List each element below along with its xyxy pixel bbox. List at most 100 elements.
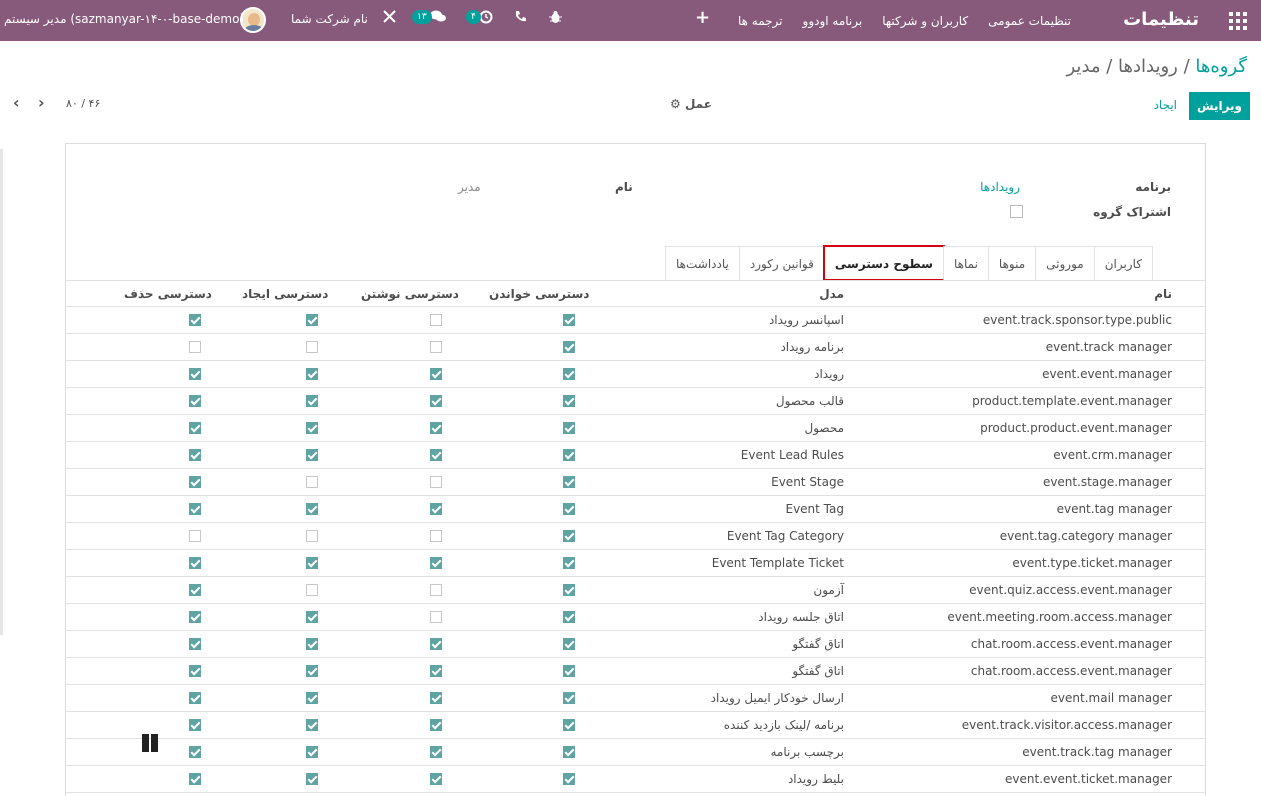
cell-model[interactable]: اتاق جلسه رویداد [758, 610, 844, 624]
checkbox-write[interactable] [430, 746, 442, 758]
tab-inherited[interactable]: موروثی [1035, 246, 1095, 280]
checkbox-write[interactable] [430, 395, 442, 407]
checkbox-delete[interactable] [189, 341, 201, 353]
user-menu[interactable]: مدیر سیستم (sazmanyar-۱۴-۰-base-demo) [4, 12, 244, 26]
tab-record-rules[interactable]: قوانین رکورد [738, 246, 825, 280]
cell-name[interactable]: chat.room.access.event.manager [971, 637, 1172, 651]
checkbox-read[interactable] [563, 368, 575, 380]
checkbox-delete[interactable] [189, 665, 201, 677]
checkbox-delete[interactable] [189, 584, 201, 596]
cell-model[interactable]: محصول [805, 421, 845, 435]
cell-model[interactable]: قالب محصول [776, 394, 844, 408]
checkbox-write[interactable] [430, 665, 442, 677]
table-row[interactable]: event.type.ticket.manager Event Template … [65, 550, 1206, 577]
column-header-model[interactable]: مدل [819, 287, 844, 301]
checkbox-create[interactable] [306, 773, 318, 785]
checkbox-write[interactable] [430, 314, 442, 326]
cell-model[interactable]: Event Template Ticket [712, 556, 844, 570]
checkbox-delete[interactable] [189, 476, 201, 488]
cell-name[interactable]: event.crm.manager [1053, 448, 1172, 462]
phone-icon[interactable] [514, 10, 527, 27]
checkbox-create[interactable] [306, 395, 318, 407]
table-row[interactable]: product.template.event.manager قالب محصول [65, 388, 1206, 415]
cell-name[interactable]: event.quiz.access.event.manager [969, 583, 1172, 597]
tools-icon[interactable] [383, 10, 396, 27]
menu-translations[interactable]: ترجمه ها [738, 14, 783, 28]
pager-next-icon[interactable]: › [38, 93, 45, 112]
cell-name[interactable]: event.stage.manager [1043, 475, 1172, 489]
table-row[interactable]: event.tag manager Event Tag [65, 496, 1206, 523]
cell-name[interactable]: event.type.ticket.manager [1012, 556, 1172, 570]
cell-model[interactable]: Event Lead Rules [741, 448, 844, 462]
app-brand[interactable]: تنظیمات [1123, 9, 1199, 30]
table-row[interactable]: event.stage.manager Event Stage [65, 469, 1206, 496]
checkbox-delete[interactable] [189, 530, 201, 542]
cell-name[interactable]: event.event.manager [1042, 367, 1172, 381]
checkbox-read[interactable] [563, 395, 575, 407]
cell-name[interactable]: event.mail manager [1051, 691, 1172, 705]
checkbox-read[interactable] [563, 503, 575, 515]
cell-model[interactable]: Event Tag Category [727, 529, 844, 543]
cell-model[interactable]: ارسال خودکار ایمیل رویداد [711, 691, 844, 705]
checkbox-create[interactable] [306, 638, 318, 650]
checkbox-write[interactable] [430, 368, 442, 380]
cell-model[interactable]: برچسب برنامه [771, 745, 845, 759]
cell-model[interactable]: برنامه /لینک بازدید کننده [724, 718, 844, 732]
checkbox-write[interactable] [430, 773, 442, 785]
tab-users[interactable]: کاربران [1093, 246, 1153, 280]
checkbox-delete[interactable] [189, 692, 201, 704]
edit-button[interactable]: ویرایش [1189, 92, 1250, 120]
cell-model[interactable]: اتاق گفتگو [792, 664, 844, 678]
table-row[interactable]: event.mail manager ارسال خودکار ایمیل روی… [65, 685, 1206, 712]
checkbox-delete[interactable] [189, 611, 201, 623]
cell-name[interactable]: event.track.tag manager [1022, 745, 1172, 759]
table-row[interactable]: chat.room.access.event.manager اتاق گفتگو [65, 658, 1206, 685]
checkbox-create[interactable] [306, 314, 318, 326]
cell-model[interactable]: رویداد [814, 367, 844, 381]
checkbox-create[interactable] [306, 746, 318, 758]
checkbox-read[interactable] [563, 746, 575, 758]
cell-model[interactable]: آزمون [813, 583, 844, 597]
cell-name[interactable]: event.tag.category manager [1000, 529, 1172, 543]
checkbox-create[interactable] [306, 530, 318, 542]
checkbox-delete[interactable] [189, 503, 201, 515]
checkbox-delete[interactable] [189, 638, 201, 650]
table-row[interactable]: event.event.ticket.manager بلیط رویداد [65, 766, 1206, 793]
column-header-name[interactable]: نام [1154, 287, 1172, 301]
checkbox-create[interactable] [306, 449, 318, 461]
table-row[interactable]: event.track.visitor.access.manager برنامه… [65, 712, 1206, 739]
checkbox-write[interactable] [430, 692, 442, 704]
checkbox-write[interactable] [430, 719, 442, 731]
checkbox-create[interactable] [306, 503, 318, 515]
menu-odoo-apps[interactable]: برنامه اودوو [803, 14, 863, 28]
checkbox-read[interactable] [563, 719, 575, 731]
checkbox-read[interactable] [563, 692, 575, 704]
company-switcher[interactable]: نام شرکت شما [291, 12, 368, 26]
cell-name[interactable]: product.product.event.manager [980, 421, 1172, 435]
checkbox-read[interactable] [563, 422, 575, 434]
checkbox-read[interactable] [563, 449, 575, 461]
checkbox-create[interactable] [306, 476, 318, 488]
table-row[interactable]: event.track manager برنامه رویداد [65, 334, 1206, 361]
checkbox-read[interactable] [563, 341, 575, 353]
column-header-write[interactable]: دسترسی نوشتن [361, 287, 459, 301]
tab-access-rights[interactable]: سطوح دسترسی [822, 245, 945, 281]
table-row[interactable]: event.tag.category manager Event Tag Cate… [65, 523, 1206, 550]
plus-icon[interactable]: + [695, 7, 710, 28]
chat-icon[interactable] [430, 10, 446, 27]
table-row[interactable]: event.crm.manager Event Lead Rules [65, 442, 1206, 469]
checkbox-write[interactable] [430, 503, 442, 515]
cell-name[interactable]: chat.room.access.event.manager [971, 664, 1172, 678]
table-row[interactable]: product.product.event.manager محصول [65, 415, 1206, 442]
checkbox-write[interactable] [430, 611, 442, 623]
cell-name[interactable]: event.meeting.room.access.manager [947, 610, 1172, 624]
checkbox-delete[interactable] [189, 314, 201, 326]
application-value-link[interactable]: رویدادها [980, 180, 1020, 194]
clock-icon[interactable] [479, 10, 493, 28]
table-row[interactable]: event.track.tag manager برچسب برنامه [65, 739, 1206, 766]
cell-name[interactable]: event.track manager [1046, 340, 1172, 354]
tab-menus[interactable]: منوها [987, 246, 1037, 280]
checkbox-write[interactable] [430, 422, 442, 434]
name-value[interactable]: مدیر [458, 180, 481, 194]
checkbox-create[interactable] [306, 584, 318, 596]
